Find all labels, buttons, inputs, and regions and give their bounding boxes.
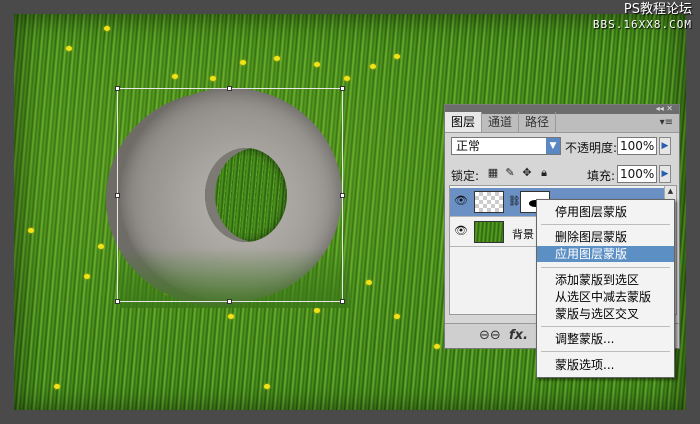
dandelion [66, 46, 72, 51]
eye-icon[interactable]: 👁︎ [453, 224, 469, 238]
dandelion [98, 244, 104, 249]
watermark-title: PS教程论坛 [623, 2, 692, 17]
transform-handle[interactable] [115, 86, 120, 91]
dandelion [240, 60, 246, 65]
menu-item-disable-mask[interactable]: 停用图层蒙版 [537, 204, 674, 220]
link-layers-icon[interactable]: ⊖⊖ [479, 328, 501, 343]
menu-item-subtract-mask-from-selection[interactable]: 从选区中减去蒙版 [537, 289, 674, 305]
fill-label: 填充: [587, 169, 616, 183]
dandelion [104, 26, 110, 31]
dandelion [274, 56, 280, 61]
menu-separator [541, 267, 670, 268]
lock-brush-icon[interactable]: ✎ [504, 167, 516, 179]
chevron-down-icon[interactable]: ▼ [546, 138, 560, 154]
transform-handle[interactable] [115, 193, 120, 198]
dandelion [394, 54, 400, 59]
opacity-field[interactable]: 100% [617, 137, 657, 155]
watermark-url: BBS.16XX8.COM [592, 18, 692, 31]
lock-move-icon[interactable]: ✥ [521, 167, 533, 179]
dandelion [172, 74, 178, 79]
opacity-label: 不透明度: [565, 141, 618, 155]
dandelion [228, 314, 234, 319]
blend-opacity-row: 正常 ▼ 不透明度: 100% ▶ [451, 137, 675, 157]
dandelion [344, 76, 350, 81]
menu-separator [541, 326, 670, 327]
dandelion [264, 384, 270, 389]
blend-mode-value: 正常 [456, 139, 481, 153]
lock-fill-row: 锁定: ▦ ✎ ✥ 🔒︎ 填充: 100% ▶ [451, 165, 675, 185]
layer-thumbnail[interactable] [474, 191, 504, 213]
menu-separator [541, 224, 670, 225]
dandelion [84, 274, 90, 279]
dandelion [434, 344, 440, 349]
collapse-icon[interactable]: ◂◂ ✕ [656, 104, 673, 113]
eye-icon[interactable]: 👁︎ [453, 194, 469, 208]
menu-item-add-mask-to-selection[interactable]: 添加蒙版到选区 [537, 272, 674, 288]
tab-channels[interactable]: 通道 [482, 112, 520, 132]
layer-thumbnail[interactable] [474, 221, 504, 243]
menu-item-delete-mask[interactable]: 删除图层蒙版 [537, 229, 674, 245]
dandelion [54, 384, 60, 389]
transform-handle[interactable] [227, 86, 232, 91]
menu-item-intersect-mask-with-selection[interactable]: 蒙版与选区交叉 [537, 306, 674, 322]
panel-menu-icon[interactable]: ▾≡ [660, 117, 673, 128]
watermark: PS教程论坛 BBS.16XX8.COM [593, 2, 692, 32]
lock-transparent-icon[interactable]: ▦ [487, 167, 499, 179]
dandelion [28, 228, 34, 233]
dandelion [366, 280, 372, 285]
dandelion [394, 314, 400, 319]
menu-separator [541, 351, 670, 352]
tab-paths[interactable]: 路径 [519, 112, 557, 132]
panel-tabs: 图层 通道 路径 ▾≡ [445, 112, 679, 133]
menu-item-apply-mask[interactable]: 应用图层蒙版 [537, 246, 674, 262]
dandelion [370, 64, 376, 69]
lock-icons: ▦ ✎ ✥ 🔒︎ [487, 167, 550, 179]
tab-layers[interactable]: 图层 [445, 112, 483, 132]
fx-icon[interactable]: fx. [509, 328, 528, 343]
dandelion [314, 62, 320, 67]
transform-handle[interactable] [227, 299, 232, 304]
menu-item-mask-options[interactable]: 蒙版选项... [537, 357, 674, 373]
link-icon[interactable]: ⛓ [508, 196, 521, 207]
lock-label: 锁定: [451, 169, 480, 183]
opacity-arrow-button[interactable]: ▶ [659, 137, 671, 155]
transform-handle[interactable] [340, 193, 345, 198]
transform-bounding-box[interactable] [117, 88, 343, 302]
transform-handle[interactable] [340, 86, 345, 91]
layer-name: 背景 [512, 228, 534, 241]
transform-handle[interactable] [340, 299, 345, 304]
scroll-up-icon[interactable]: ▲ [665, 186, 676, 197]
blend-mode-select[interactable]: 正常 ▼ [451, 137, 561, 155]
context-menu: 停用图层蒙版 删除图层蒙版 应用图层蒙版 添加蒙版到选区 从选区中减去蒙版 蒙版… [536, 199, 675, 378]
lock-all-icon[interactable]: 🔒︎ [538, 167, 550, 179]
fill-field[interactable]: 100% [617, 165, 657, 183]
menu-item-refine-mask[interactable]: 调整蒙版... [537, 331, 674, 347]
transform-handle[interactable] [115, 299, 120, 304]
fill-arrow-button[interactable]: ▶ [659, 165, 671, 183]
dandelion [210, 76, 216, 81]
dandelion [314, 308, 320, 313]
